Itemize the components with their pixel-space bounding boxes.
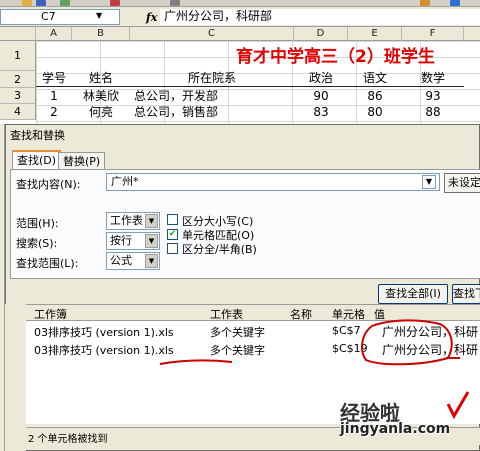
annotation-circle <box>361 319 453 366</box>
watermark-check-icon <box>446 391 470 420</box>
annotation-underline <box>159 359 233 365</box>
watermark-url: jingyanla.com <box>340 421 451 437</box>
annotation-overlay <box>159 319 470 420</box>
